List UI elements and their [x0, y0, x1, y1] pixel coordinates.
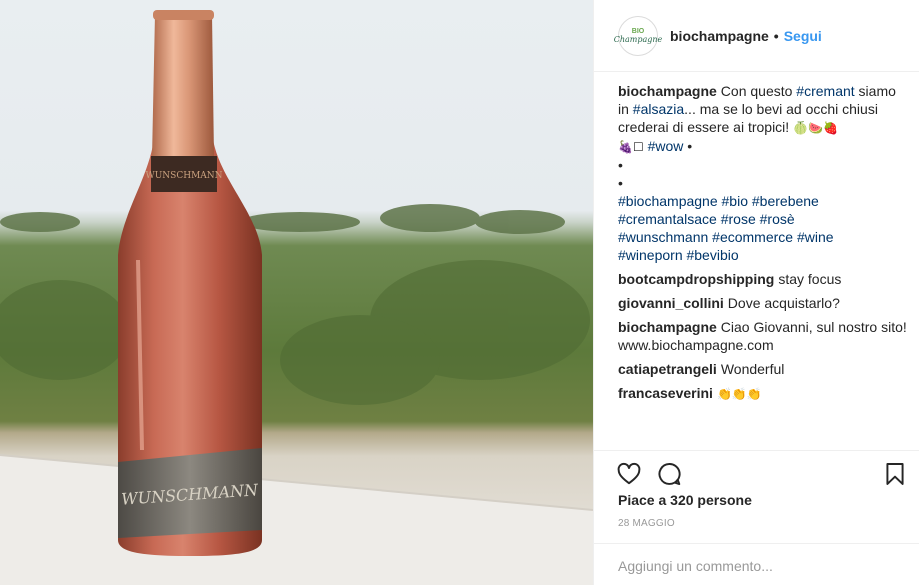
caption-text-1: Con questo — [720, 83, 793, 99]
header-username[interactable]: biochampagne — [670, 28, 769, 44]
caption-emojis: 🍇☐ — [618, 140, 644, 154]
heart-icon[interactable] — [616, 461, 642, 487]
follow-button[interactable]: Segui — [784, 28, 822, 44]
neck-label-text: WUNSCHMANN — [145, 171, 222, 181]
add-comment-bar — [594, 543, 919, 585]
hashtag-links[interactable]: #cremantalsace #rose #rosè — [618, 210, 908, 228]
wine-bottle-photo: WUNSCHMANN WUNSCHMANN — [0, 10, 593, 585]
caption-bullet: • — [618, 175, 623, 191]
post-header: BIO Champagne biochampagne • Segui — [594, 0, 919, 72]
comment-username[interactable]: biochampagne — [618, 319, 717, 335]
caption-emojis: 🍈🍉🍓 — [793, 121, 838, 135]
caption-bullet: • — [687, 138, 693, 154]
caption-username[interactable]: biochampagne — [618, 83, 717, 99]
hashtag-link[interactable]: #cremant — [796, 83, 854, 99]
post-photo[interactable]: WUNSCHMANN WUNSCHMANN — [0, 0, 593, 585]
hashtag-links[interactable]: #wunschmann #ecommerce #wine — [618, 228, 908, 246]
avatar-bio-text: BIO — [631, 27, 645, 35]
comment-bubble-icon[interactable] — [656, 461, 682, 487]
comment-item: giovanni_collini Dove acquistarlo? — [618, 294, 908, 312]
comment-username[interactable]: bootcampdropshipping — [618, 271, 774, 287]
hashtag-links[interactable]: #biochampagne #bio #berebene — [618, 192, 908, 210]
comments-list: biochampagne Con questo #cremant siamo in… — [618, 82, 908, 409]
post-details-panel: BIO Champagne biochampagne • Segui bioch… — [593, 0, 919, 585]
header-separator: • — [773, 27, 779, 44]
hashtag-link[interactable]: #wow — [648, 138, 684, 154]
likes-count[interactable]: Piace a 320 persone — [618, 492, 752, 508]
comment-username[interactable]: giovanni_collini — [618, 295, 724, 311]
comment-text: 👏👏👏 — [716, 387, 762, 401]
comment-item: biochampagne Ciao Giovanni, sul nostro si… — [618, 318, 908, 354]
comment-text: Wonderful — [720, 361, 785, 377]
comment-item: francaseverini 👏👏👏 — [618, 384, 908, 403]
bookmark-icon[interactable] — [882, 461, 908, 487]
comment-item: catiapetrangeli Wonderful — [618, 360, 908, 378]
post-actions — [594, 450, 919, 494]
comment-username[interactable]: catiapetrangeli — [618, 361, 717, 377]
comment-input[interactable] — [618, 556, 888, 576]
comment-item: bootcampdropshipping stay focus — [618, 270, 908, 288]
comment-username[interactable]: francaseverini — [618, 385, 713, 401]
comment-text: stay focus — [778, 271, 842, 287]
comment-text: Dove acquistarlo? — [727, 295, 840, 311]
avatar[interactable]: BIO Champagne — [614, 15, 662, 56]
avatar-brand-text: Champagne — [613, 34, 663, 44]
post-date[interactable]: 28 maggio — [618, 518, 675, 529]
caption-bullet: • — [618, 157, 623, 173]
hashtag-link[interactable]: #alsazia — [633, 101, 684, 117]
caption: biochampagne Con questo #cremant siamo in… — [618, 82, 908, 264]
hashtag-links[interactable]: #wineporn #bevibio — [618, 246, 908, 264]
